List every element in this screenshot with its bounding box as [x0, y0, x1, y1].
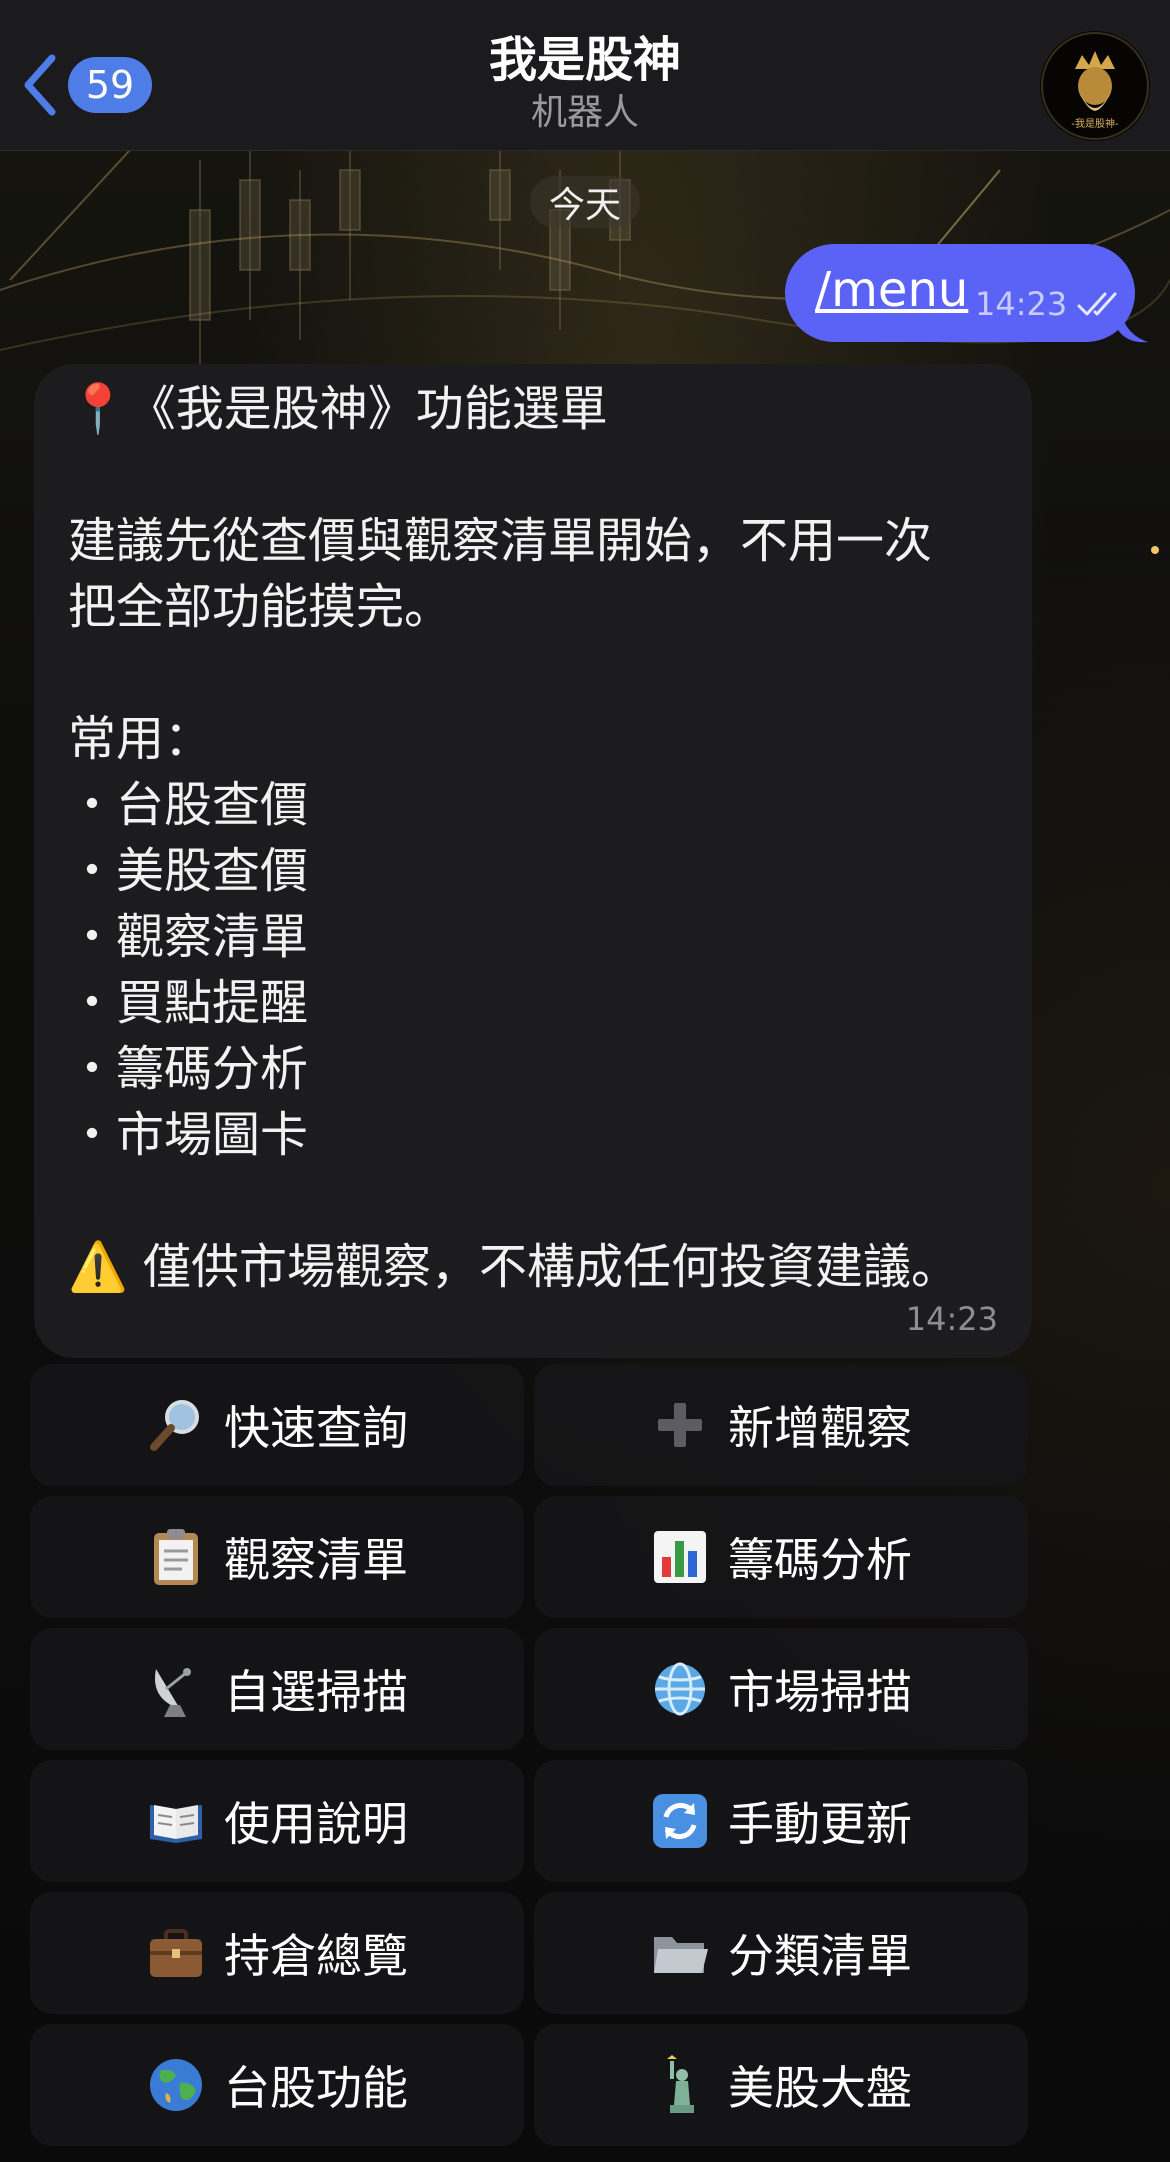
bot-logo-text: -我是股神-: [1071, 117, 1119, 130]
statue-of-liberty-icon: [667, 2055, 694, 2113]
keyboard-button-label: 自選掃描: [224, 1665, 408, 1719]
chat-subtitle: 机器人: [530, 92, 639, 133]
keyboard-button-label: 美股大盤: [728, 2061, 912, 2115]
keyboard-button-chip-analysis[interactable]: 籌碼分析: [534, 1496, 1028, 1618]
keyboard-button-label: 持倉總覽: [224, 1929, 408, 1983]
keyboard-button-label: 分類清單: [728, 1929, 912, 1983]
keyboard-button-holdings-overview[interactable]: 持倉總覽: [30, 1892, 524, 2014]
keyboard-button-label: 市場掃描: [728, 1665, 912, 1719]
unread-count-badge: 59: [68, 57, 152, 113]
refresh-icon: [653, 1794, 707, 1848]
chat-header: 59 我是股神 机器人 -我是股神-: [0, 0, 1170, 151]
keyboard-button-custom-scan[interactable]: 自選掃描: [30, 1628, 524, 1750]
keyboard-button-tw-features[interactable]: 台股功能: [30, 2024, 524, 2146]
briefcase-icon: [150, 1929, 202, 1977]
outgoing-command-link[interactable]: /menu: [815, 262, 968, 318]
incoming-message-text: 📍《我是股神》功能選單 建議先從查價與觀察清單開始，不用一次 把全部功能摸完。 …: [68, 381, 960, 1295]
back-button[interactable]: 59: [18, 52, 168, 118]
globe-meridians-icon: [655, 1662, 705, 1716]
chat-title-area[interactable]: 我是股神 机器人: [235, 30, 935, 136]
keyboard-button-us-market[interactable]: 美股大盤: [534, 2024, 1028, 2146]
keyboard-button-market-scan[interactable]: 市場掃描: [534, 1628, 1028, 1750]
date-separator: 今天: [530, 176, 640, 228]
bot-avatar[interactable]: -我是股神-: [1040, 31, 1150, 141]
outgoing-time: 14:23: [975, 285, 1068, 323]
earth-icon: [150, 2059, 202, 2111]
keyboard-button-label: 觀察清單: [224, 1533, 408, 1587]
keyboard-button-user-guide[interactable]: 使用說明: [30, 1760, 524, 1882]
satellite-dish-icon: [155, 1668, 191, 1717]
plus-icon: [658, 1403, 702, 1447]
chat-screen: 59 我是股神 机器人 -我是股神- 今天 /menu 14:23 📍《我是股神…: [0, 0, 1170, 2162]
keyboard-button-category-list[interactable]: 分類清單: [534, 1892, 1028, 2014]
keyboard-button-add-watch[interactable]: 新增觀察: [534, 1364, 1028, 1486]
clipboard-icon: [154, 1529, 198, 1585]
bar-chart-icon: [654, 1531, 706, 1583]
keyboard-button-label: 台股功能: [224, 2061, 408, 2115]
outgoing-message-meta: 14:23: [975, 285, 1123, 323]
keyboard-button-label: 籌碼分析: [728, 1533, 912, 1587]
bot-logo-icon: -我是股神-: [1041, 32, 1149, 140]
keyboard-button-label: 手動更新: [728, 1797, 912, 1851]
keyboard-button-manual-update[interactable]: 手動更新: [534, 1760, 1028, 1882]
keyboard-button-watchlist[interactable]: 觀察清單: [30, 1496, 524, 1618]
open-book-icon: [150, 1805, 202, 1843]
chevron-left-icon: [24, 54, 56, 116]
keyboard-button-quick-search[interactable]: 快速查詢: [30, 1364, 524, 1486]
keyboard-button-label: 使用說明: [224, 1797, 408, 1851]
folder-icon: [654, 1937, 708, 1973]
chat-title: 我是股神: [488, 32, 681, 88]
incoming-time: 14:23: [905, 1300, 998, 1338]
magnifier-icon: [150, 1400, 199, 1451]
keyboard-button-label: 快速查詢: [224, 1401, 408, 1455]
double-check-icon: [1077, 292, 1117, 316]
keyboard-button-label: 新增觀察: [728, 1401, 912, 1455]
